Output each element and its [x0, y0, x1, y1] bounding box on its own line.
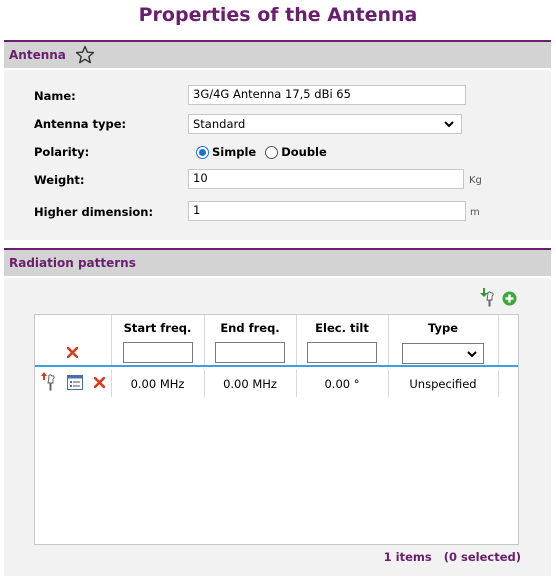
cell-start-freq: 0.00 MHz	[111, 370, 205, 397]
higher-dimension-unit: m	[470, 207, 480, 218]
pattern-edit-icon[interactable]	[40, 372, 60, 395]
higher-dimension-field[interactable]: 1	[188, 201, 466, 221]
header-actions-cell	[35, 315, 112, 340]
antenna-type-value: Standard	[193, 117, 246, 131]
delete-row-icon[interactable]	[94, 376, 106, 391]
polarity-label: Polarity:	[34, 145, 90, 159]
antenna-type-label: Antenna type:	[34, 117, 127, 131]
cell-elec-tilt: 0.00 °	[296, 370, 389, 397]
weight-unit: Kg	[469, 175, 482, 186]
antenna-section-header: Antenna	[4, 40, 551, 68]
import-pattern-icon[interactable]	[478, 287, 500, 311]
polarity-double-radio[interactable]	[265, 145, 279, 159]
clear-filters-icon[interactable]	[66, 346, 79, 361]
items-count: 1 items (0 selected)	[383, 550, 521, 564]
weight-field[interactable]: 10	[188, 169, 464, 189]
header-scroll-cell	[498, 315, 518, 340]
radiation-section-title: Radiation patterns	[9, 256, 136, 270]
start-freq-filter[interactable]	[122, 341, 193, 363]
name-field[interactable]: 3G/4G Antenna 17,5 dBi 65	[188, 85, 466, 105]
row-actions-cell	[35, 370, 112, 397]
antenna-section-title: Antenna	[9, 48, 66, 62]
header-end-freq[interactable]: End freq.	[204, 315, 297, 340]
radiation-section-header: Radiation patterns	[4, 248, 551, 276]
chevron-down-icon	[466, 348, 478, 363]
grid-header-row: Start freq. End freq. Elec. tilt Type	[35, 315, 518, 340]
header-type[interactable]: Type	[388, 315, 499, 340]
polarity-simple-radio[interactable]	[196, 145, 209, 159]
radiation-patterns-grid: Start freq. End freq. Elec. tilt Type 0.…	[34, 314, 519, 545]
type-filter-select[interactable]	[402, 343, 484, 364]
header-start-freq[interactable]: Start freq.	[111, 315, 205, 340]
header-elec-tilt[interactable]: Elec. tilt	[296, 315, 389, 340]
antenna-type-select[interactable]: Standard	[188, 114, 462, 134]
higher-dimension-label: Higher dimension:	[34, 205, 154, 219]
selection-separator	[35, 365, 518, 367]
end-freq-filter[interactable]	[215, 341, 285, 363]
elec-tilt-filter[interactable]	[307, 341, 377, 363]
clear-filters-cell	[35, 340, 112, 367]
cell-type: Unspecified	[388, 370, 499, 397]
pattern-details-icon[interactable]	[66, 374, 83, 393]
page-title: Properties of the Antenna	[138, 4, 418, 26]
polarity-double-label[interactable]: Double	[281, 145, 327, 159]
name-label: Name:	[34, 89, 76, 103]
polarity-simple-label[interactable]: Simple	[212, 145, 256, 159]
star-icon[interactable]	[75, 45, 95, 65]
grid-filter-row	[35, 340, 518, 367]
table-row[interactable]: 0.00 MHz 0.00 MHz 0.00 ° Unspecified	[35, 370, 518, 397]
polarity-radio-group: Simple Double	[196, 145, 327, 159]
chevron-down-icon	[443, 118, 455, 133]
add-pattern-icon[interactable]	[502, 291, 517, 310]
weight-label: Weight:	[34, 173, 85, 187]
cell-end-freq: 0.00 MHz	[204, 370, 297, 397]
